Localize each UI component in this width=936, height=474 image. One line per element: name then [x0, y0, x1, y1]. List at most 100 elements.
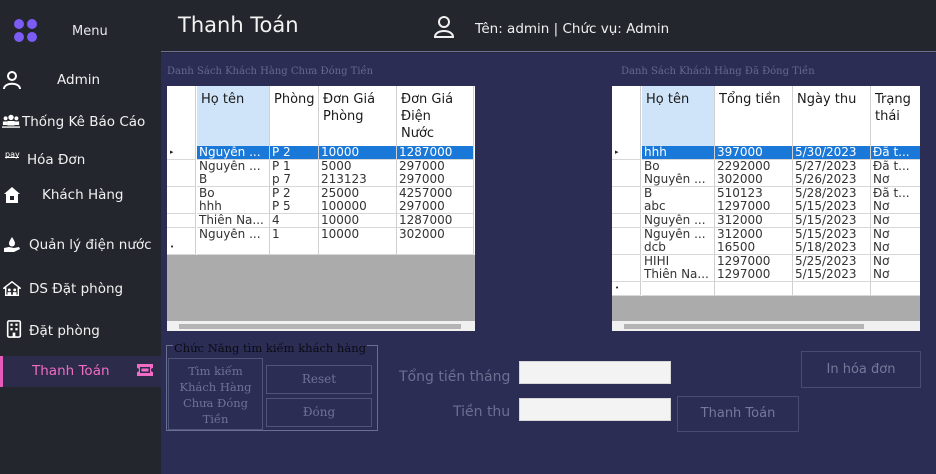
horizontal-scrollbar[interactable]	[612, 321, 920, 331]
sidebar-item-booking[interactable]: Đặt phòng	[0, 317, 161, 347]
table-cell[interactable]: 302000	[715, 173, 793, 188]
table-cell[interactable]: 5/26/2023	[793, 173, 871, 188]
table-row[interactable]: Nguyễn ... 1 10000 302000	[167, 227, 475, 242]
table-cell[interactable]: 5/25/2023	[793, 254, 871, 269]
table-row[interactable]: Thiên Na... 1297000 5/15/2023 Nơ	[612, 268, 920, 283]
table-row[interactable]: HIHI 1297000 5/25/2023 Nơ	[612, 254, 920, 269]
table-row[interactable]: Nguyễn ... 302000 5/26/2023 Nơ	[612, 173, 920, 188]
table-cell[interactable]: 5/30/2023	[793, 146, 871, 160]
table-cell[interactable]: dcb	[642, 241, 715, 256]
table-cell[interactable]: 100000	[319, 200, 397, 215]
table-cell[interactable]: Nguyễn ...	[642, 173, 715, 188]
column-header[interactable]: Trạng thái	[871, 86, 920, 146]
table-cell[interactable]: Bo	[197, 186, 270, 201]
table-cell[interactable]	[793, 282, 871, 296]
table-row[interactable]: Nguyễn ... 312000 5/15/2023 Nơ	[612, 214, 920, 228]
row-header[interactable]: •	[167, 241, 196, 256]
amount-field[interactable]	[519, 398, 671, 421]
table-cell[interactable]	[319, 241, 397, 256]
table-cell[interactable]: 5/28/2023	[793, 186, 871, 201]
table-cell[interactable]: Nơ	[871, 200, 920, 215]
table-cell[interactable]: 16500	[715, 241, 793, 256]
table-cell[interactable]: Nơ	[871, 214, 920, 228]
row-header[interactable]	[167, 173, 196, 188]
table-cell[interactable]: 1287000	[397, 214, 474, 228]
table-cell[interactable]: Thiên Na...	[642, 268, 715, 283]
row-header[interactable]	[612, 227, 641, 242]
table-cell[interactable]: 312000	[715, 214, 793, 228]
table-cell[interactable]: 10000	[319, 214, 397, 228]
table-cell[interactable]: Nơ	[871, 173, 920, 188]
table-cell[interactable]: 1297000	[715, 268, 793, 283]
table-cell[interactable]: hhh	[642, 146, 715, 160]
table-cell[interactable]: B	[197, 173, 270, 188]
print-invoice-button[interactable]: In hóa đơn	[801, 351, 921, 388]
table-cell[interactable]: B	[642, 186, 715, 201]
table-cell[interactable]: 297000	[397, 159, 474, 174]
column-header[interactable]: Đơn Giá Điện Nước	[397, 86, 474, 146]
table-cell[interactable]: HIHI	[642, 254, 715, 269]
row-header[interactable]	[167, 200, 196, 215]
row-header[interactable]	[167, 186, 196, 201]
table-cell[interactable]: 5/18/2023	[793, 241, 871, 256]
new-row[interactable]: •	[167, 241, 475, 256]
table-row[interactable]: Thiên Na... 4 10000 1287000	[167, 214, 475, 228]
row-header[interactable]	[612, 254, 641, 269]
table-cell[interactable]: 1	[270, 227, 319, 242]
table-cell[interactable]	[715, 282, 793, 296]
column-header[interactable]: Ngày thu	[793, 86, 871, 146]
table-cell[interactable]: Đã t...	[871, 187, 920, 201]
horizontal-scrollbar[interactable]	[167, 321, 475, 331]
table-cell[interactable]: Bo	[642, 159, 715, 174]
table-cell[interactable]: p 7	[270, 173, 319, 188]
row-header[interactable]	[612, 186, 641, 201]
pay-button[interactable]: Thanh Toán	[677, 396, 799, 432]
table-cell[interactable]: 297000	[397, 200, 474, 215]
table-cell[interactable]	[397, 241, 474, 256]
row-header[interactable]	[612, 214, 641, 228]
sidebar-item-admin[interactable]: Admin	[0, 66, 161, 96]
table-row[interactable]: B 510123 5/28/2023 Đã t...	[612, 186, 920, 201]
table-cell[interactable]: 1287000	[397, 146, 474, 160]
paid-customers-grid[interactable]: Họ tên Tổng tiền Ngày thu Trạng thái ▸ hhh 39…	[612, 86, 920, 331]
table-cell[interactable]: 1297000	[715, 200, 793, 215]
table-cell[interactable]: 2292000	[715, 159, 793, 174]
column-header[interactable]: Họ tên	[197, 86, 270, 146]
row-header[interactable]	[612, 268, 641, 283]
table-cell[interactable]: 302000	[397, 227, 474, 242]
table-cell[interactable]: 1297000	[715, 254, 793, 269]
row-header[interactable]	[612, 159, 641, 174]
reset-button[interactable]: Reset	[266, 365, 372, 394]
column-header[interactable]: Tổng tiền	[715, 86, 793, 146]
table-row[interactable]: Bp 7 213123 297000	[167, 173, 475, 188]
table-cell[interactable]: Thiên Na...	[197, 214, 270, 228]
table-cell[interactable]: 5/27/2023	[793, 159, 871, 174]
table-cell[interactable]: P 1	[270, 159, 319, 174]
table-cell[interactable]: Nơ	[871, 228, 920, 242]
table-row[interactable]: abc 1297000 5/15/2023 Nơ	[612, 200, 920, 215]
monthly-total-field[interactable]	[519, 361, 671, 384]
table-cell[interactable]: 5/15/2023	[793, 227, 871, 242]
scrollbar-thumb[interactable]	[179, 324, 461, 329]
table-cell[interactable]: P 5	[270, 200, 319, 215]
scrollbar-thumb[interactable]	[624, 324, 864, 329]
row-header[interactable]	[167, 159, 196, 174]
table-cell[interactable]: 5/15/2023	[793, 200, 871, 215]
row-header[interactable]: ▸	[612, 146, 641, 160]
table-cell[interactable]: Nơ	[871, 255, 920, 269]
table-row[interactable]: Nguyễn ... 312000 5/15/2023 Nơ	[612, 227, 920, 242]
column-header[interactable]: Họ tên	[642, 86, 715, 146]
table-cell[interactable]: hhh	[197, 200, 270, 215]
table-cell[interactable]: Nơ	[871, 268, 920, 283]
table-cell[interactable]: abc	[642, 200, 715, 215]
sidebar-item-payment[interactable]: Thanh Toán	[0, 356, 161, 387]
table-cell[interactable]: P 2	[270, 146, 319, 160]
table-cell[interactable]	[270, 241, 319, 256]
table-cell[interactable]	[871, 282, 920, 296]
close-button[interactable]: Đóng	[266, 398, 372, 427]
table-cell[interactable]: 5/15/2023	[793, 214, 871, 228]
sidebar-item-utilities[interactable]: Quản lý điện nước	[0, 231, 161, 261]
table-cell[interactable]: Nguyễn ...	[642, 227, 715, 242]
table-cell[interactable]: 10000	[319, 146, 397, 160]
sidebar-item-invoices[interactable]: pay Hóa Đơn	[0, 146, 161, 176]
